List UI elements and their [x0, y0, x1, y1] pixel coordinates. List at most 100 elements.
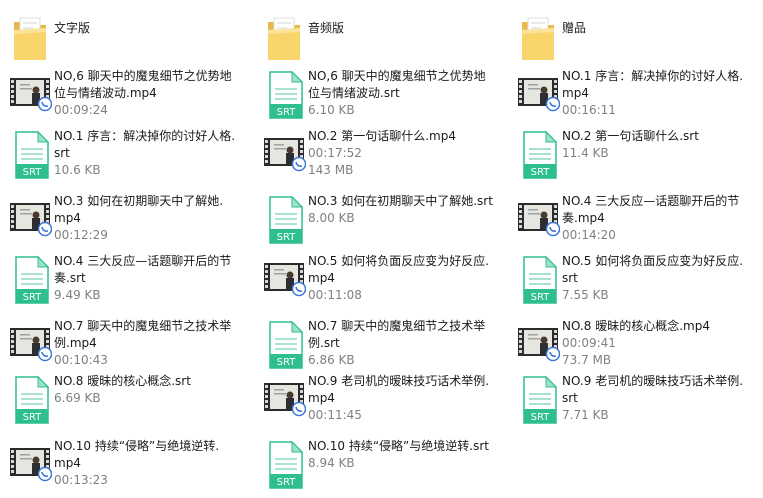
item-text: NO.8 暧昧的核心概念.mp4 00:09:41 73.7 MB — [562, 318, 752, 369]
srt-label: SRT — [531, 412, 551, 423]
file-name-line: NO.10 持续“侵略”与绝境逆转. — [54, 439, 220, 453]
file-item[interactable]: SRT NO.9 老司机的暧昧技巧话术举例. srt 7.71 KB — [508, 373, 753, 433]
video-file-icon — [518, 203, 561, 237]
file-item[interactable]: NO.4 三大反应—话题聊开后的节 奏.mp4 00:14:20 — [508, 193, 753, 253]
item-text: NO.2 第一句话聊什么.mp4 00:17:52 143 MB — [308, 128, 498, 179]
file-item[interactable]: SRT NO.10 持续“侵略”与绝境逆转.srt 8.94 KB — [254, 438, 499, 498]
file-item[interactable]: NO.8 暧昧的核心概念.mp4 00:09:41 73.7 MB — [508, 318, 753, 378]
file-name-line: NO.1 序言：解决掉你的讨好人格. — [54, 129, 236, 143]
item-icon: SRT — [262, 193, 306, 245]
file-item[interactable]: NO.1 序言：解决掉你的讨好人格. mp4 00:16:11 — [508, 68, 753, 128]
file-item[interactable]: SRT NO,6 聊天中的魔鬼细节之优势地 位与情绪波动.srt 6.10 KB — [254, 68, 499, 128]
file-meta: 6.86 KB — [308, 353, 355, 367]
video-file-icon — [264, 383, 307, 417]
file-name-line: mp4 — [308, 391, 335, 405]
file-item[interactable]: NO.3 如何在初期聊天中了解她. mp4 00:12:29 — [0, 193, 245, 253]
file-item[interactable]: NO.7 聊天中的魔鬼细节之技术举 例.mp4 00:10:43 — [0, 318, 245, 378]
item-text: NO.10 持续“侵略”与绝境逆转.srt 8.94 KB — [308, 438, 498, 472]
file-meta: 143 MB — [308, 163, 354, 177]
file-meta: 00:11:45 — [308, 408, 362, 422]
item-text: NO.4 三大反应—话题聊开后的节 奏.srt 9.49 KB — [54, 253, 244, 304]
srt-file-icon: SRT — [269, 195, 304, 244]
srt-label: SRT — [277, 357, 297, 368]
file-name-line: mp4 — [54, 456, 81, 470]
file-name-line: 奏.srt — [54, 271, 86, 285]
srt-file-icon: SRT — [523, 375, 558, 424]
file-name-line: NO.10 持续“侵略”与绝境逆转.srt — [308, 439, 489, 453]
srt-file-icon: SRT — [15, 255, 50, 304]
file-name-line: mp4 — [562, 86, 589, 100]
video-file-icon — [518, 78, 561, 112]
item-text: NO.3 如何在初期聊天中了解她.srt 8.00 KB — [308, 193, 498, 227]
item-icon — [516, 68, 561, 120]
item-text: NO.1 序言：解决掉你的讨好人格. srt 10.6 KB — [54, 128, 244, 179]
file-name-line: NO.4 三大反应—话题聊开后的节 — [54, 254, 232, 268]
srt-file-icon: SRT — [269, 70, 304, 119]
item-text: 音频版 — [308, 20, 498, 37]
file-meta: 6.10 KB — [308, 103, 355, 117]
folder-item[interactable]: 文字版 — [0, 10, 245, 70]
file-item[interactable]: NO.2 第一句话聊什么.mp4 00:17:52 143 MB — [254, 128, 499, 188]
item-icon — [8, 68, 53, 120]
item-icon — [262, 373, 307, 425]
srt-label: SRT — [531, 292, 551, 303]
file-item[interactable]: NO,6 聊天中的魔鬼细节之优势地 位与情绪波动.mp4 00:09:24 — [0, 68, 245, 128]
item-icon: SRT — [8, 128, 52, 180]
file-name-line: 位与情绪波动.mp4 — [54, 86, 157, 100]
file-meta: 00:12:29 — [54, 228, 108, 242]
file-item[interactable]: SRT NO.8 暧昧的核心概念.srt 6.69 KB — [0, 373, 245, 433]
file-name-line: NO.3 如何在初期聊天中了解她. — [54, 194, 224, 208]
video-file-icon — [10, 328, 53, 362]
folder-item[interactable]: 音频版 — [254, 10, 499, 70]
item-text: NO.7 聊天中的魔鬼细节之技术举 例.mp4 00:10:43 — [54, 318, 244, 369]
video-file-icon — [264, 263, 307, 297]
file-name-line: NO.5 如何将负面反应变为好反应. — [308, 254, 490, 268]
file-item[interactable]: NO.10 持续“侵略”与绝境逆转. mp4 00:13:23 — [0, 438, 245, 498]
srt-file-icon: SRT — [269, 440, 304, 489]
file-name-line: NO,6 聊天中的魔鬼细节之优势地 — [54, 69, 232, 83]
file-meta: 00:11:08 — [308, 288, 362, 302]
file-name-line: NO.2 第一句话聊什么.srt — [562, 129, 699, 143]
file-item[interactable]: SRT NO.5 如何将负面反应变为好反应. srt 7.55 KB — [508, 253, 753, 313]
video-file-icon — [10, 448, 53, 482]
file-item[interactable]: SRT NO.7 聊天中的魔鬼细节之技术举 例.srt 6.86 KB — [254, 318, 499, 378]
item-icon — [516, 193, 561, 245]
item-icon — [8, 438, 53, 490]
video-file-icon — [264, 138, 307, 172]
file-name-line: 位与情绪波动.srt — [308, 86, 400, 100]
file-name-line: NO,6 聊天中的魔鬼细节之优势地 — [308, 69, 486, 83]
file-item[interactable]: SRT NO.3 如何在初期聊天中了解她.srt 8.00 KB — [254, 193, 499, 253]
video-file-icon — [518, 328, 561, 362]
file-item[interactable]: SRT NO.1 序言：解决掉你的讨好人格. srt 10.6 KB — [0, 128, 245, 188]
item-text: NO.10 持续“侵略”与绝境逆转. mp4 00:13:23 — [54, 438, 244, 489]
folder-icon — [14, 17, 46, 60]
srt-file-icon: SRT — [15, 375, 50, 424]
item-icon — [8, 193, 53, 245]
file-name-line: mp4 — [308, 271, 335, 285]
file-name-line: NO.1 序言：解决掉你的讨好人格. — [562, 69, 744, 83]
srt-label: SRT — [277, 107, 297, 118]
item-icon: SRT — [516, 253, 560, 305]
file-name-line: NO.9 老司机的暧昧技巧话术举例. — [562, 374, 744, 388]
item-icon: SRT — [262, 438, 306, 490]
item-icon: SRT — [262, 68, 306, 120]
file-item[interactable]: NO.9 老司机的暧昧技巧话术举例. mp4 00:11:45 — [254, 373, 499, 433]
srt-file-icon: SRT — [269, 320, 304, 369]
file-item[interactable]: SRT NO.2 第一句话聊什么.srt 11.4 KB — [508, 128, 753, 188]
item-icon: SRT — [8, 373, 52, 425]
srt-file-icon: SRT — [523, 255, 558, 304]
file-name-line: NO.4 三大反应—话题聊开后的节 — [562, 194, 740, 208]
item-icon: SRT — [516, 128, 560, 180]
item-icon — [516, 318, 561, 370]
item-icon: SRT — [262, 318, 306, 370]
file-meta: 11.4 KB — [562, 146, 609, 160]
item-text: NO.3 如何在初期聊天中了解她. mp4 00:12:29 — [54, 193, 244, 244]
file-item[interactable]: SRT NO.4 三大反应—话题聊开后的节 奏.srt 9.49 KB — [0, 253, 245, 313]
folder-item[interactable]: 赠品 — [508, 10, 753, 70]
video-file-icon — [10, 203, 53, 237]
file-item[interactable]: NO.5 如何将负面反应变为好反应. mp4 00:11:08 — [254, 253, 499, 313]
file-meta: 00:09:41 — [562, 336, 616, 350]
file-meta: 73.7 MB — [562, 353, 612, 367]
item-icon — [8, 318, 53, 370]
file-name-line: srt — [562, 391, 578, 405]
